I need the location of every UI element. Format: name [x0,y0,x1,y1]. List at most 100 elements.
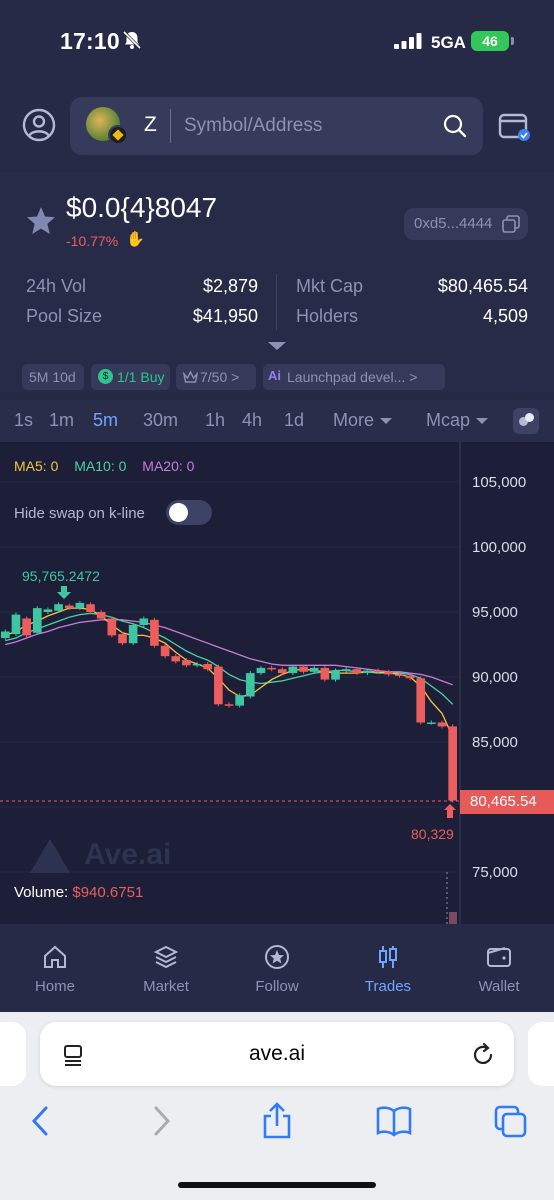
candle [32,608,42,633]
candle [1,631,10,638]
candle [86,604,95,612]
search-input[interactable]: Symbol/Address [184,115,322,137]
favorite-star-icon[interactable] [25,205,57,237]
candle [182,660,191,666]
nav-home[interactable]: Home [0,924,110,1012]
candle [256,667,266,674]
account-name: Z [144,113,157,136]
candle [11,614,21,635]
tf-mcap-dropdown[interactable]: Mcap [426,410,489,431]
candle [160,645,170,657]
reload-icon[interactable] [470,1042,496,1068]
candle [384,671,394,675]
indicator-toggle-icon[interactable] [513,408,539,434]
tag-age[interactable]: 5M 10d [22,364,84,390]
home-indicator [178,1182,376,1188]
chevron-down-icon [476,418,489,425]
candle [235,695,244,706]
tag-launchpad[interactable]: Launchpad devel... > [263,364,445,390]
candle [75,602,85,609]
candle [299,666,308,672]
candle [43,609,53,612]
candle [309,667,319,672]
address-bar[interactable]: ave.ai [40,1022,514,1086]
expand-chevron-icon[interactable] [268,342,286,350]
tf-4h[interactable]: 4h [242,410,262,431]
stats-divider [276,274,277,330]
stat-value-24h-vol: $2,879 [202,276,258,296]
y-tick: 95,000 [472,604,518,621]
candle [373,670,383,672]
nav-market[interactable]: Market [111,924,221,1012]
bookmarks-icon[interactable] [376,1105,412,1137]
search-bar[interactable]: Z Symbol/Address [70,97,483,155]
volume-readout: Volume: $940.6751 [14,884,144,901]
bnb-chain-icon [108,125,128,145]
y-tick: 85,000 [472,734,518,751]
candle [22,618,31,636]
token-tags: 5M 10d 1/1 Buy $ 7/50 > Launchpad devel.… [0,364,554,390]
tf-1m[interactable]: 1m [49,410,74,431]
candle [320,667,330,680]
back-icon[interactable] [30,1105,52,1137]
nav-trades[interactable]: Trades [333,924,443,1012]
stat-label-holders: Holders [296,306,359,326]
wallet-connect-icon[interactable] [498,111,532,143]
candle [150,619,159,646]
candle [245,673,255,697]
battery-tip [511,37,514,45]
browser-toolbar: ave.ai [0,1012,554,1200]
hide-swap-toggle[interactable] [166,500,212,525]
token-info-panel: $0.0{4}8047 -10.77% ✋ 0xd5...4444 24h Vo… [0,172,554,392]
home-icon [44,945,66,968]
y-tick: 100,000 [472,539,527,556]
candle [341,669,351,671]
hand-icon: ✋ [126,231,145,248]
low-marker [444,804,456,818]
star-circle-icon [265,945,289,969]
copy-icon[interactable] [502,215,520,233]
tf-1h[interactable]: 1h [205,410,225,431]
contract-address-text: 0xd5...4444 [414,215,493,232]
tf-1d[interactable]: 1d [284,410,304,431]
url-text: ave.ai [248,1042,306,1065]
nav-follow[interactable]: Follow [222,924,332,1012]
battery-level: 46 [471,31,509,51]
previous-tab-preview[interactable] [0,1022,26,1086]
candle [363,670,372,674]
tf-5m[interactable]: 5m [93,410,118,431]
next-tab-preview[interactable] [528,1022,554,1086]
y-tick: 105,000 [472,474,527,491]
tf-30m[interactable]: 30m [143,410,178,431]
crown-icon [183,370,198,383]
ma20-label: MA20: 0 [142,458,195,474]
hide-swap-label: Hide swap on k-line [14,505,145,522]
forward-icon[interactable] [150,1105,172,1137]
status-bar: 17:10 5GA 46 [0,0,554,84]
search-icon[interactable] [442,113,468,139]
high-price-label: 95,765.2472 [22,568,100,584]
current-price-label: 80,465.54 [460,790,554,814]
user-profile-icon[interactable] [22,108,56,142]
stat-value-holders: 4,509 [482,306,528,326]
ma10-label: MA10: 0 [74,458,127,474]
candle [448,726,457,801]
share-icon[interactable] [260,1102,294,1140]
stat-value-pool-size: $41,950 [192,306,258,326]
tf-1s[interactable]: 1s [14,410,33,431]
signal-icon [394,33,422,49]
stat-label-pool-size: Pool Size [26,306,103,326]
ma-legend: MA5: 0 MA10: 0 MA20: 0 [14,458,206,474]
candle [192,664,202,666]
candle [96,612,106,619]
candle [331,670,340,680]
layers-icon [153,945,179,969]
nav-wallet[interactable]: Wallet [444,924,554,1012]
tf-more-dropdown[interactable]: More [333,410,393,431]
candle [437,722,447,727]
ai-icon: Ai [268,368,281,383]
candle [277,669,287,674]
price-chart[interactable]: MA5: 0 MA10: 0 MA20: 0 Hide swap on k-li… [0,442,554,924]
contract-address[interactable]: 0xd5...4444 [404,208,528,240]
tabs-icon[interactable] [494,1105,528,1139]
